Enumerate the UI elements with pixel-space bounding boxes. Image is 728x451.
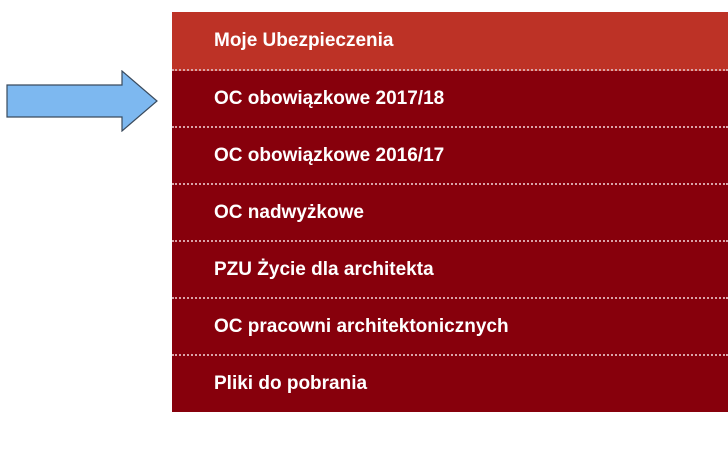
menu-item-label: PZU Życie dla architekta <box>214 258 434 280</box>
menu-item-label: OC obowiązkowe 2016/17 <box>214 144 445 166</box>
menu-item-label: Pliki do pobrania <box>214 373 368 394</box>
menu-item-oc-obowiazkowe-2017-18[interactable]: OC obowiązkowe 2017/18 <box>172 71 728 128</box>
menu-item-label: Moje Ubezpieczenia <box>214 29 394 51</box>
menu-item-label: OC pracowni architektonicznych <box>214 315 509 337</box>
menu-item-oc-nadwyzkowe[interactable]: OC nadwyżkowe <box>172 185 728 242</box>
menu-item-oc-pracowni[interactable]: OC pracowni architektonicznych <box>172 299 728 356</box>
menu-item-label: OC nadwyżkowe <box>214 201 364 223</box>
menu-item-label: OC obowiązkowe 2017/18 <box>214 87 445 109</box>
menu-item-pliki-do-pobrania[interactable]: Pliki do pobrania <box>172 356 728 412</box>
menu-item-pzu-zycie[interactable]: PZU Życie dla architekta <box>172 242 728 299</box>
sidebar-menu: Moje Ubezpieczenia OC obowiązkowe 2017/1… <box>172 12 728 412</box>
menu-item-oc-obowiazkowe-2016-17[interactable]: OC obowiązkowe 2016/17 <box>172 128 728 185</box>
right-arrow-icon <box>6 70 158 132</box>
menu-item-moje-ubezpieczenia[interactable]: Moje Ubezpieczenia <box>172 12 728 71</box>
